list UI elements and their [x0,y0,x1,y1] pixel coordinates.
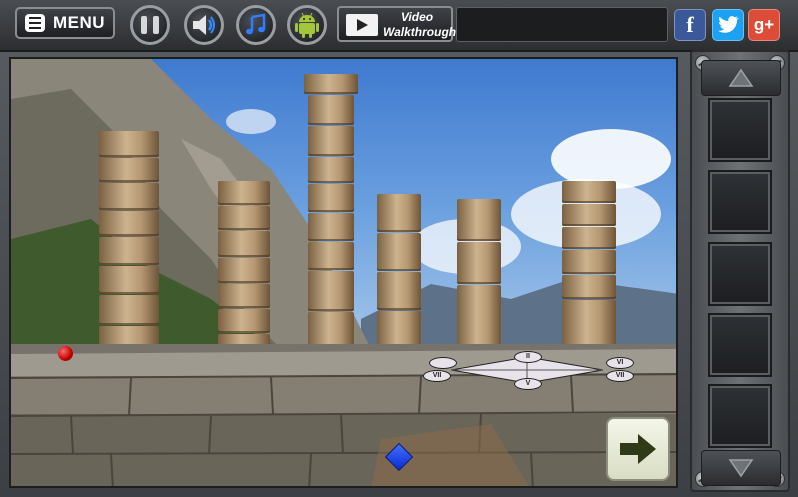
menu-icon [24,14,45,32]
inventory-panel [690,50,790,492]
android-icon [295,12,319,38]
compass-label[interactable] [429,357,457,369]
inventory-scroll-down-button[interactable] [701,450,781,486]
facebook-icon: f [686,12,694,37]
column [99,131,159,359]
video-walkthrough-label: Video Walkthrough [383,10,457,40]
inventory-slot[interactable] [708,98,772,162]
top-toolbar: MENU Video Walkthrough f g+ [0,0,798,52]
next-scene-button[interactable] [606,417,670,481]
message-bar [456,7,668,42]
arrow-right-icon [620,434,656,464]
inventory-slot[interactable] [708,384,772,448]
google-plus-button[interactable]: g+ [748,9,780,41]
twitter-icon [718,16,739,33]
video-icon [346,14,378,36]
triangle-up-icon [728,68,754,87]
column [377,194,421,352]
compass-label[interactable]: II [514,351,542,363]
sound-button[interactable] [184,5,224,45]
video-walkthrough-button[interactable]: Video Walkthrough [337,6,457,42]
android-button[interactable] [287,5,327,45]
inventory-scroll-up-button[interactable] [701,60,781,96]
sound-icon [193,15,215,35]
inventory-slot[interactable] [708,170,772,234]
menu-label: MENU [52,13,106,32]
pause-button[interactable] [130,5,170,45]
compass-label[interactable]: VII [423,370,451,382]
column [562,181,616,349]
inventory-slot[interactable] [708,242,772,306]
facebook-button[interactable]: f [674,9,706,41]
video-label-line1: Video [400,10,434,24]
compass-label[interactable]: VII [606,370,634,382]
google-plus-icon: g+ [753,15,775,34]
pause-icon [138,16,162,34]
game-scene: II VI VII VII V [9,57,678,488]
music-button[interactable] [236,5,276,45]
video-label-line2: Walkthrough [383,25,457,39]
triangle-down-icon [728,459,754,478]
red-ball-item[interactable] [58,346,73,361]
menu-button[interactable]: MENU [15,7,115,39]
column [218,181,270,357]
column [457,199,501,349]
compass-puzzle[interactable]: II VI VII VII V [423,351,634,390]
music-icon [246,13,266,35]
inventory-slot[interactable] [708,313,772,377]
column [304,74,358,354]
compass-label[interactable]: VI [606,357,634,369]
compass-label[interactable]: V [514,378,542,390]
twitter-button[interactable] [712,9,744,41]
